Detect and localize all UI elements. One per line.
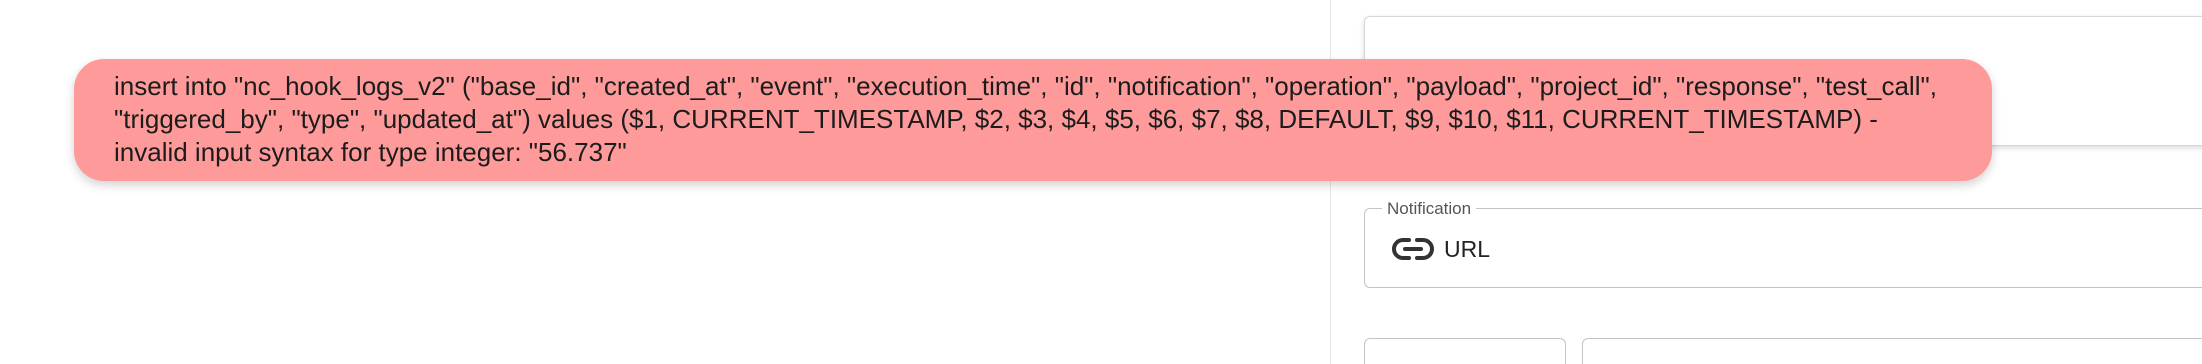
error-toast[interactable]: insert into "nc_hook_logs_v2" ("base_id"… bbox=[74, 59, 1992, 181]
link-icon bbox=[1392, 234, 1434, 264]
error-message: insert into "nc_hook_logs_v2" ("base_id"… bbox=[114, 71, 1937, 167]
notification-selected-value[interactable]: URL bbox=[1392, 234, 1490, 264]
notification-label: Notification bbox=[1382, 200, 1477, 218]
url-input[interactable] bbox=[1582, 338, 2202, 364]
method-select[interactable] bbox=[1364, 338, 1566, 364]
notification-value-text: URL bbox=[1444, 235, 1491, 262]
webhook-editor-screen: Notification URL insert into "nc_hook_lo… bbox=[0, 0, 2202, 364]
